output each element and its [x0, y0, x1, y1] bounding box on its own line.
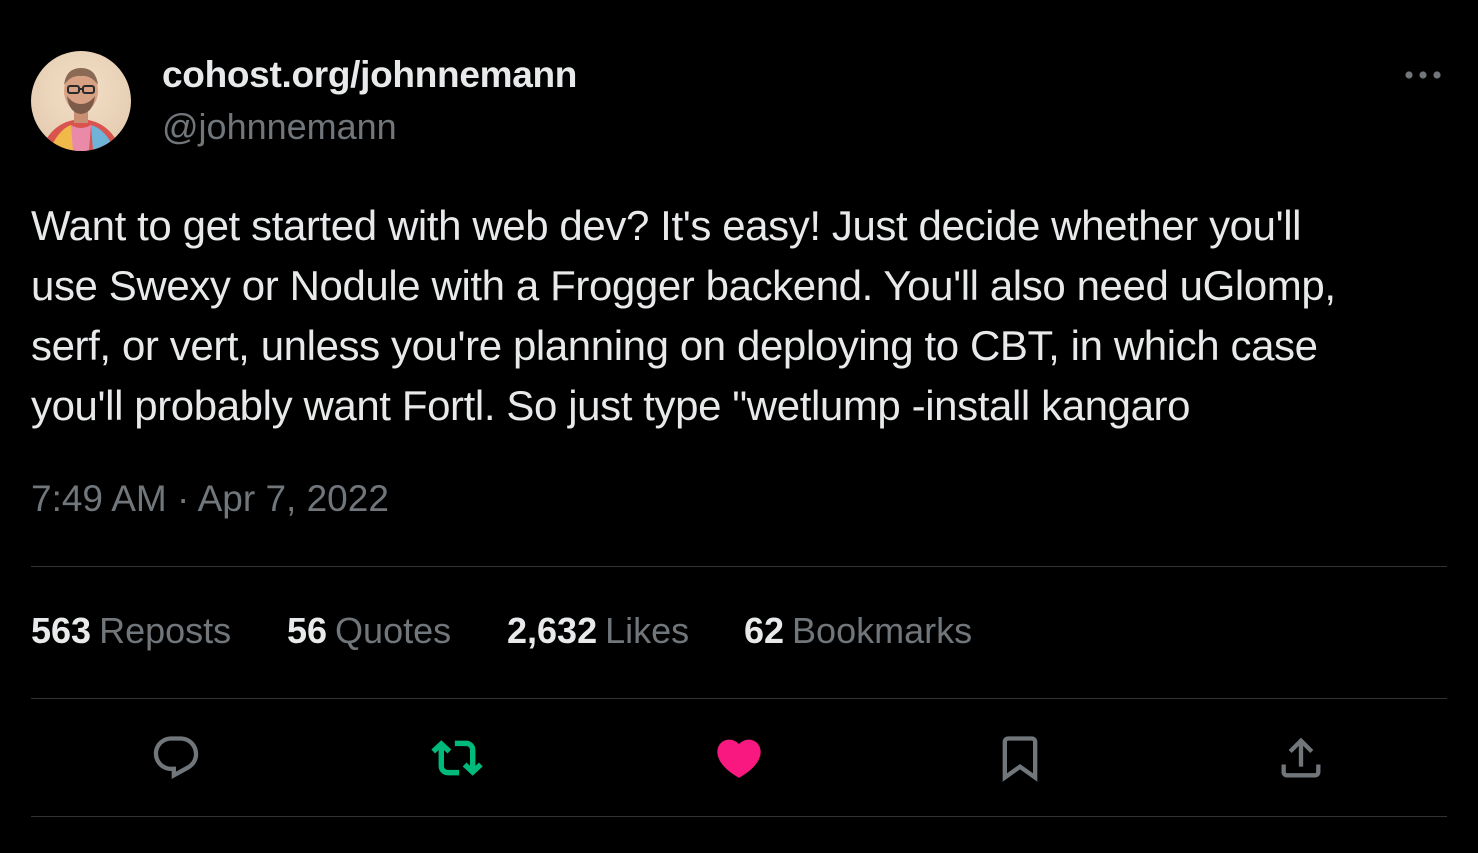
divider — [31, 816, 1447, 817]
bookmark-button[interactable] — [992, 730, 1048, 786]
divider — [31, 566, 1447, 567]
bookmarks-label: Bookmarks — [792, 610, 973, 651]
share-icon — [1281, 737, 1321, 778]
divider — [31, 698, 1447, 699]
tweet-timestamp[interactable]: 7:49 AM · Apr 7, 2022 — [31, 478, 389, 520]
likes-count: 2,632 — [507, 610, 598, 651]
repost-button[interactable] — [429, 730, 485, 786]
likes-stat[interactable]: 2,632 Likes — [507, 610, 689, 652]
more-options-button[interactable] — [1398, 58, 1448, 92]
quotes-stat[interactable]: 56 Quotes — [287, 610, 451, 652]
likes-label: Likes — [605, 610, 690, 651]
bookmark-icon — [1002, 736, 1038, 782]
tweet-text: Want to get started with web dev? It's e… — [31, 196, 1431, 436]
more-horizontal-icon — [1405, 71, 1441, 79]
reposts-stat[interactable]: 563 Reposts — [31, 610, 231, 652]
quotes-label: Quotes — [335, 610, 452, 651]
user-handle[interactable]: @johnnemann — [162, 106, 397, 148]
bookmarks-count: 62 — [744, 610, 785, 651]
tweet-text-line: Want to get started with web dev? It's e… — [31, 202, 1302, 249]
tweet-text-line: you'll probably want Fortl. So just type… — [31, 382, 1191, 429]
bookmarks-stat[interactable]: 62 Bookmarks — [744, 610, 972, 652]
display-name[interactable]: cohost.org/johnnemann — [162, 54, 577, 96]
quotes-count: 56 — [287, 610, 328, 651]
tweet-card: cohost.org/johnnemann @johnnemann Want t… — [0, 0, 1478, 853]
like-button[interactable] — [711, 730, 767, 786]
heart-icon — [717, 739, 761, 778]
avatar[interactable] — [31, 51, 131, 151]
repost-icon — [431, 740, 483, 776]
reposts-label: Reposts — [99, 610, 232, 651]
tweet-text-line: use Swexy or Nodule with a Frogger backe… — [31, 262, 1336, 309]
tweet-text-line: serf, or vert, unless you're planning on… — [31, 322, 1318, 369]
reposts-count: 563 — [31, 610, 92, 651]
reply-button[interactable] — [148, 730, 204, 786]
share-button[interactable] — [1273, 730, 1329, 786]
reply-icon — [153, 736, 199, 780]
